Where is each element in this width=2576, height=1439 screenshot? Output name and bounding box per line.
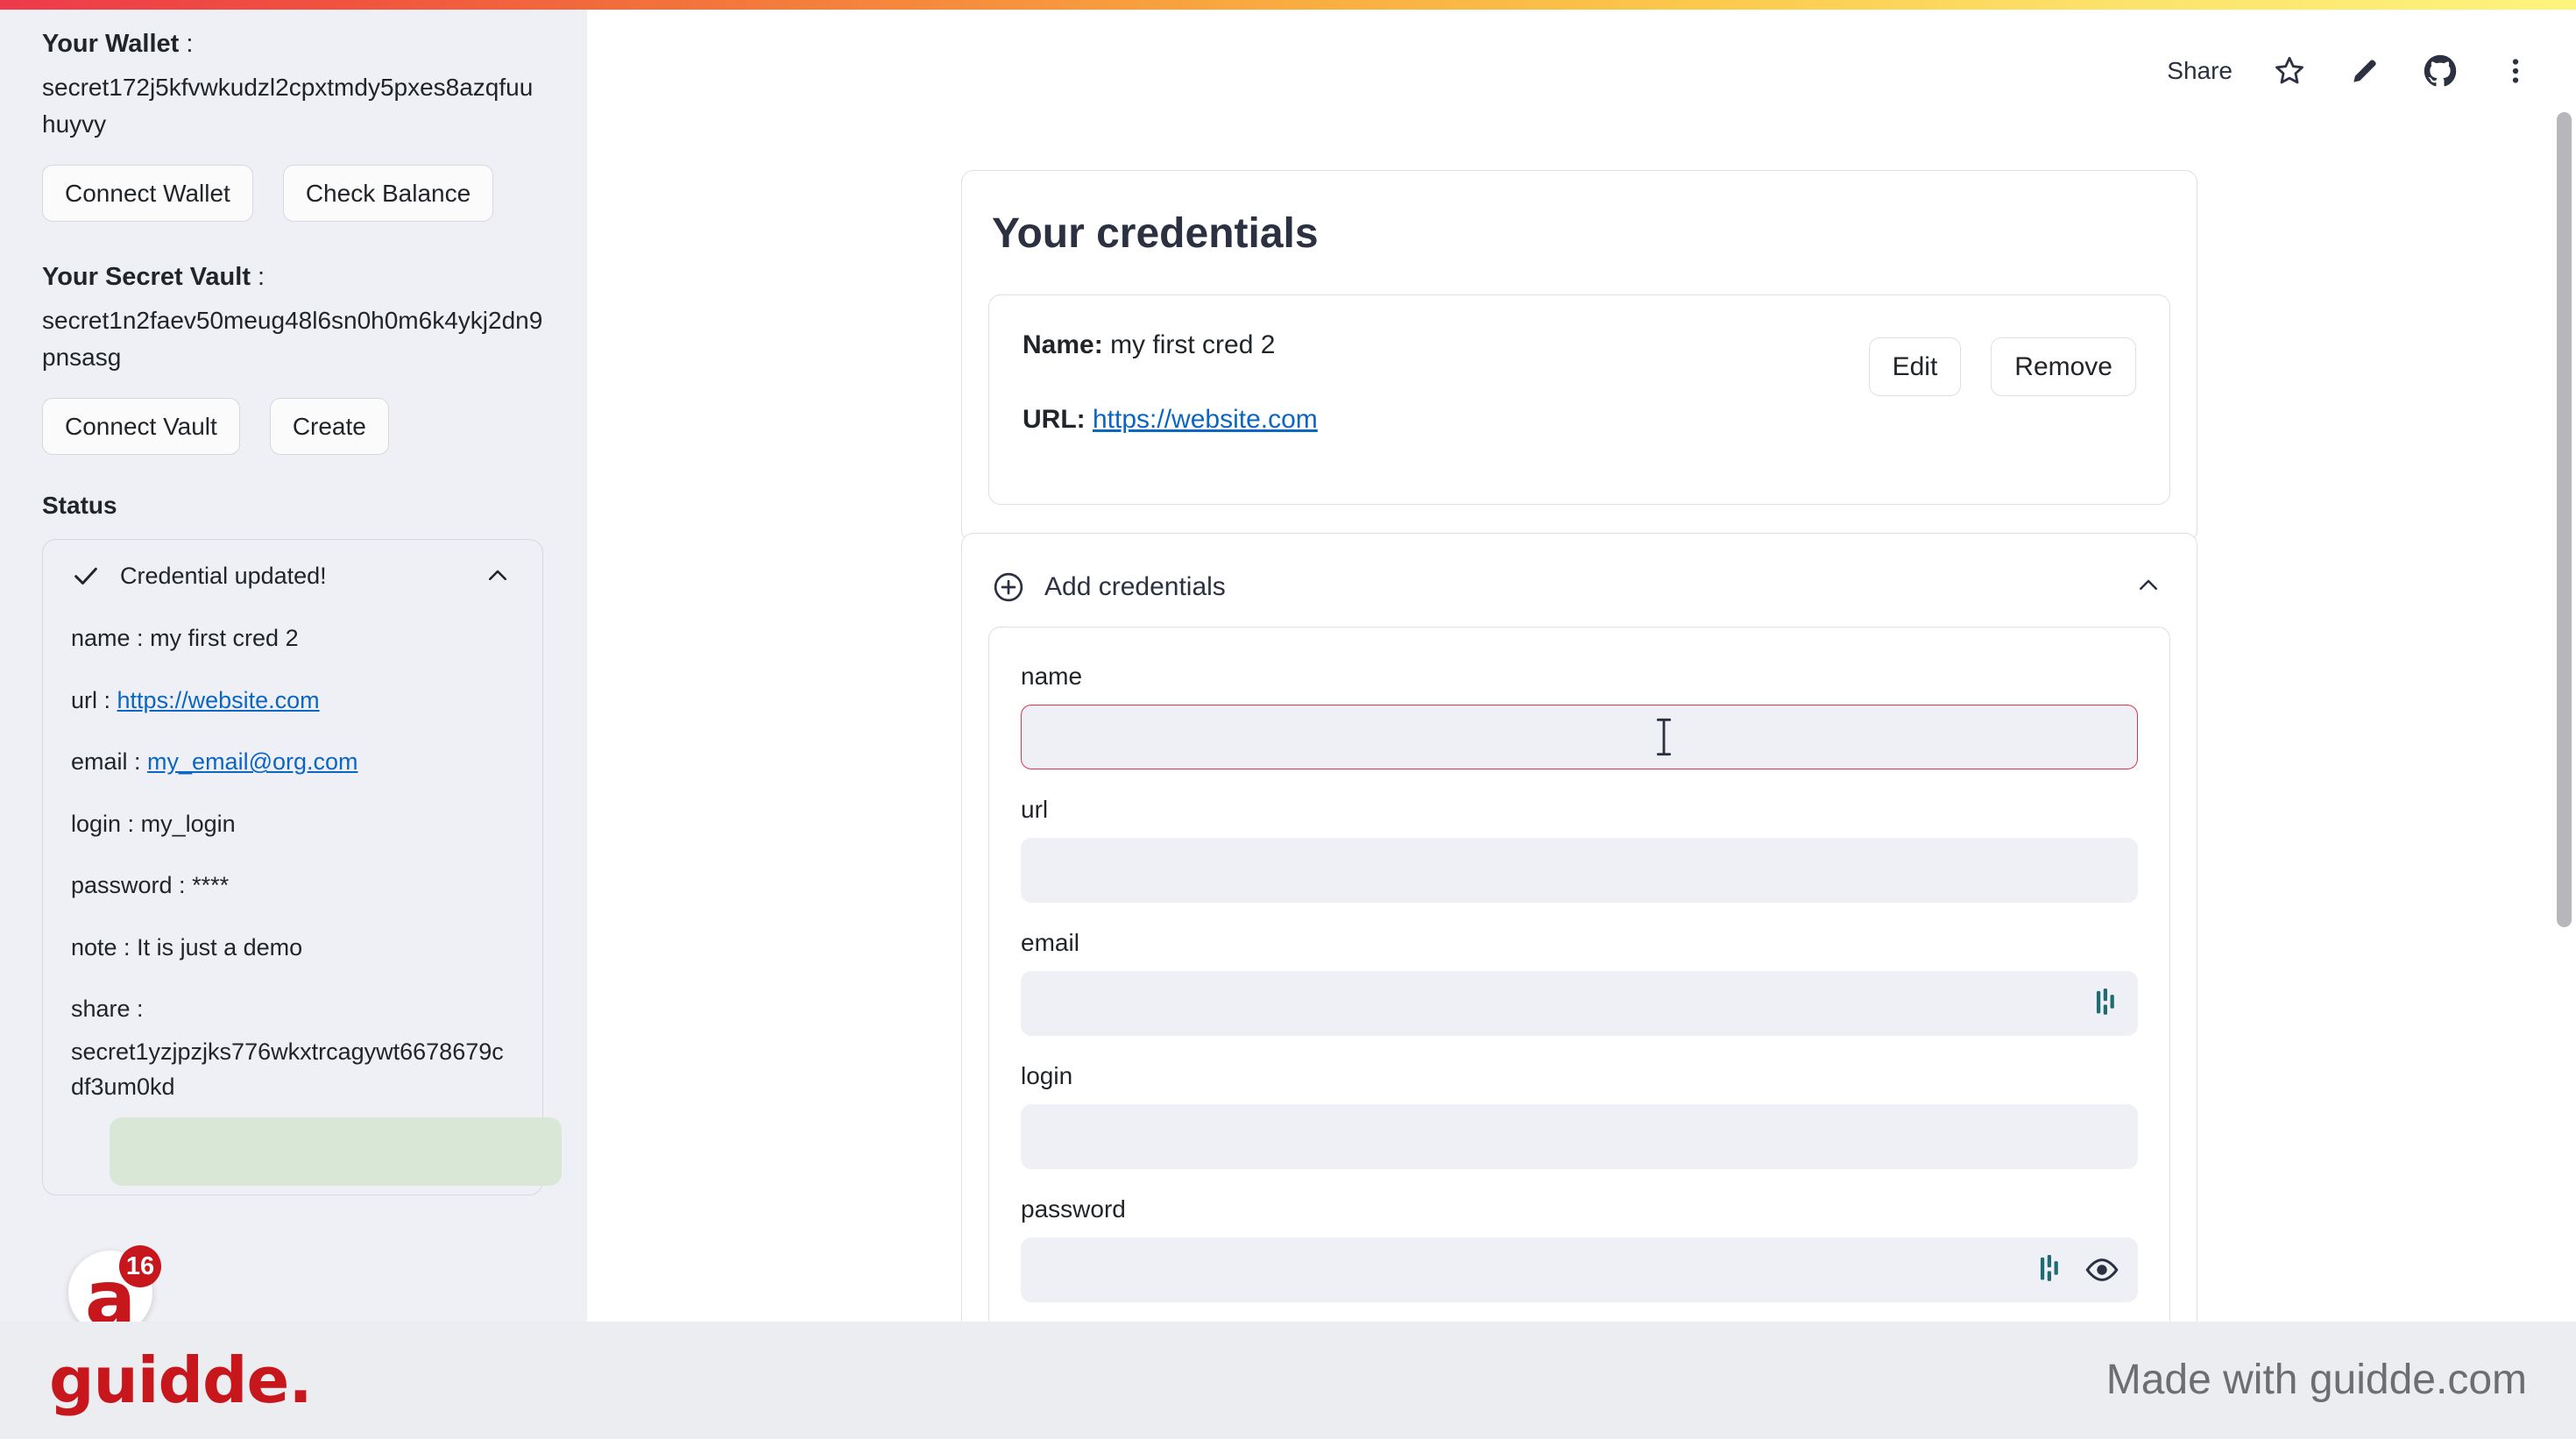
- status-card-title: Credential updated!: [120, 562, 327, 589]
- login-input[interactable]: [1021, 1104, 2138, 1169]
- wallet-sidebar: Your Wallet : secret172j5kfvwkudzl2cpxtm…: [0, 10, 587, 1322]
- credential-row: Name: my first cred 2 URL: https://websi…: [988, 294, 2170, 505]
- add-credentials-form: name url email login password: [988, 627, 2170, 1322]
- edit-button[interactable]: Edit: [1868, 337, 1962, 397]
- eye-reveal-icon[interactable]: [2085, 1258, 2119, 1282]
- status-card: Credential updated! name : my first cred…: [42, 539, 562, 1195]
- add-credentials-label: Add credentials: [1044, 572, 1226, 601]
- guidde-logo: guidde.: [49, 1343, 313, 1417]
- chevron-up-icon[interactable]: [2135, 572, 2162, 599]
- page-toolbar: Share: [2167, 10, 2534, 132]
- url-input-wrap: [1021, 838, 2138, 903]
- connect-vault-button[interactable]: Connect Vault: [42, 397, 240, 456]
- connect-wallet-button[interactable]: Connect Wallet: [42, 164, 253, 223]
- form-group-name: name: [1021, 663, 2138, 769]
- credential-url-link[interactable]: https://website.com: [1093, 405, 1318, 434]
- vault-heading-text: Your Secret Vault: [42, 263, 251, 292]
- vault-address: secret1n2faev50meug48l6sn0h0m6k4ykj2dn9p…: [42, 306, 543, 372]
- credential-url-label: URL:: [1023, 404, 1086, 434]
- password-input-adornments: [2040, 1255, 2119, 1285]
- form-group-login: login: [1021, 1062, 2138, 1169]
- github-icon[interactable]: [2422, 53, 2459, 89]
- email-label: email: [1021, 929, 1079, 956]
- wallet-address: secret172j5kfvwkudzl2cpxtmdy5pxes8azqfuu…: [42, 73, 534, 138]
- form-group-password: password: [1021, 1195, 2138, 1302]
- page-title: Your credentials: [992, 210, 1319, 257]
- made-with-guidde-text: Made with guidde.com: [2105, 1357, 2527, 1403]
- name-label: name: [1021, 663, 1083, 690]
- status-url-link[interactable]: https://website.com: [117, 687, 320, 713]
- check-balance-button[interactable]: Check Balance: [282, 164, 494, 223]
- status-heading: Status: [42, 492, 117, 520]
- url-label: url: [1021, 796, 1049, 823]
- password-label: password: [1021, 1195, 1126, 1223]
- status-line-password-label: password :: [71, 872, 186, 899]
- status-card-header[interactable]: Credential updated!: [71, 561, 514, 591]
- login-label: login: [1021, 1062, 1073, 1089]
- email-input-wrap: [1021, 971, 2138, 1036]
- status-line-name: name : my first cred 2: [71, 620, 514, 656]
- status-line-note: note : It is just a demo: [71, 930, 514, 966]
- email-input[interactable]: [1021, 971, 2138, 1036]
- password-input[interactable]: [1021, 1237, 2138, 1302]
- url-input[interactable]: [1021, 838, 2138, 903]
- form-group-url: url: [1021, 796, 2138, 903]
- main-content: Share Your credentials Name: my first cr…: [587, 10, 2576, 1322]
- password-input-wrap: [1021, 1237, 2138, 1302]
- status-line-login-value: my_login: [140, 810, 236, 837]
- wallet-heading-text: Your Wallet: [42, 30, 180, 58]
- vertical-scrollbar-thumb[interactable]: [2557, 112, 2572, 927]
- status-line-login: login : my_login: [71, 806, 514, 842]
- vault-heading: Your Secret Vault :: [42, 263, 265, 292]
- chevron-up-icon[interactable]: [485, 563, 511, 589]
- status-line-name-label: name :: [71, 625, 144, 652]
- guidde-footer: guidde. Made with guidde.com: [0, 1322, 2576, 1439]
- create-vault-button[interactable]: Create: [269, 397, 389, 456]
- status-line-share-label: share :: [71, 996, 144, 1023]
- login-input-wrap: [1021, 1104, 2138, 1169]
- status-line-password-value: ****: [192, 872, 230, 899]
- password-manager-icon[interactable]: [2096, 989, 2119, 1018]
- star-icon[interactable]: [2271, 53, 2308, 89]
- status-email-link[interactable]: my_email@org.com: [147, 748, 357, 775]
- password-manager-icon[interactable]: [2040, 1255, 2063, 1285]
- status-line-password: password : ****: [71, 868, 514, 904]
- remove-button[interactable]: Remove: [1991, 337, 2136, 397]
- check-icon: [74, 568, 97, 585]
- status-line-share-value: secret1yzjpzjks776wkxtrcagywt6678679cdf3…: [71, 1038, 504, 1101]
- app-root: Your Wallet : secret172j5kfvwkudzl2cpxtm…: [0, 0, 2576, 1439]
- form-group-email: email: [1021, 929, 2138, 1036]
- share-button[interactable]: Share: [2167, 57, 2233, 85]
- add-credentials-card: Add credentials name url email login pas…: [961, 533, 2197, 1322]
- add-credentials-header[interactable]: Add credentials: [988, 560, 2170, 627]
- status-line-url-label: url :: [71, 686, 111, 713]
- status-line-email: email : my_email@org.com: [71, 744, 514, 780]
- top-progress-bar: [0, 0, 2576, 10]
- pencil-edit-icon[interactable]: [2346, 53, 2383, 89]
- status-line-url: url : https://website.com: [71, 683, 514, 719]
- name-input-wrap: [1021, 705, 2138, 769]
- credential-actions: Edit Remove: [1868, 337, 2136, 397]
- plus-circle-icon: [994, 572, 1023, 602]
- status-line-name-value: my first cred 2: [150, 625, 299, 652]
- wallet-heading: Your Wallet :: [42, 30, 194, 58]
- more-vertical-icon[interactable]: [2497, 53, 2534, 89]
- status-line-note-value: It is just a demo: [137, 933, 303, 961]
- status-line-email-label: email :: [71, 748, 141, 776]
- credential-name-label: Name:: [1023, 330, 1103, 359]
- your-credentials-card: Your credentials Name: my first cred 2 U…: [961, 170, 2197, 542]
- status-line-login-label: login :: [71, 810, 135, 837]
- email-input-adornments: [2096, 989, 2119, 1018]
- credential-name-value: my first cred 2: [1110, 330, 1276, 359]
- name-input[interactable]: [1021, 705, 2138, 769]
- success-alert-banner: [110, 1116, 562, 1186]
- notification-badge: 16: [119, 1245, 161, 1287]
- vault-button-row: Connect Vault Create: [42, 397, 545, 456]
- wallet-button-row: Connect Wallet Check Balance: [42, 164, 545, 223]
- credential-url-field: URL: https://website.com: [1023, 400, 2136, 439]
- status-line-note-label: note :: [71, 933, 131, 961]
